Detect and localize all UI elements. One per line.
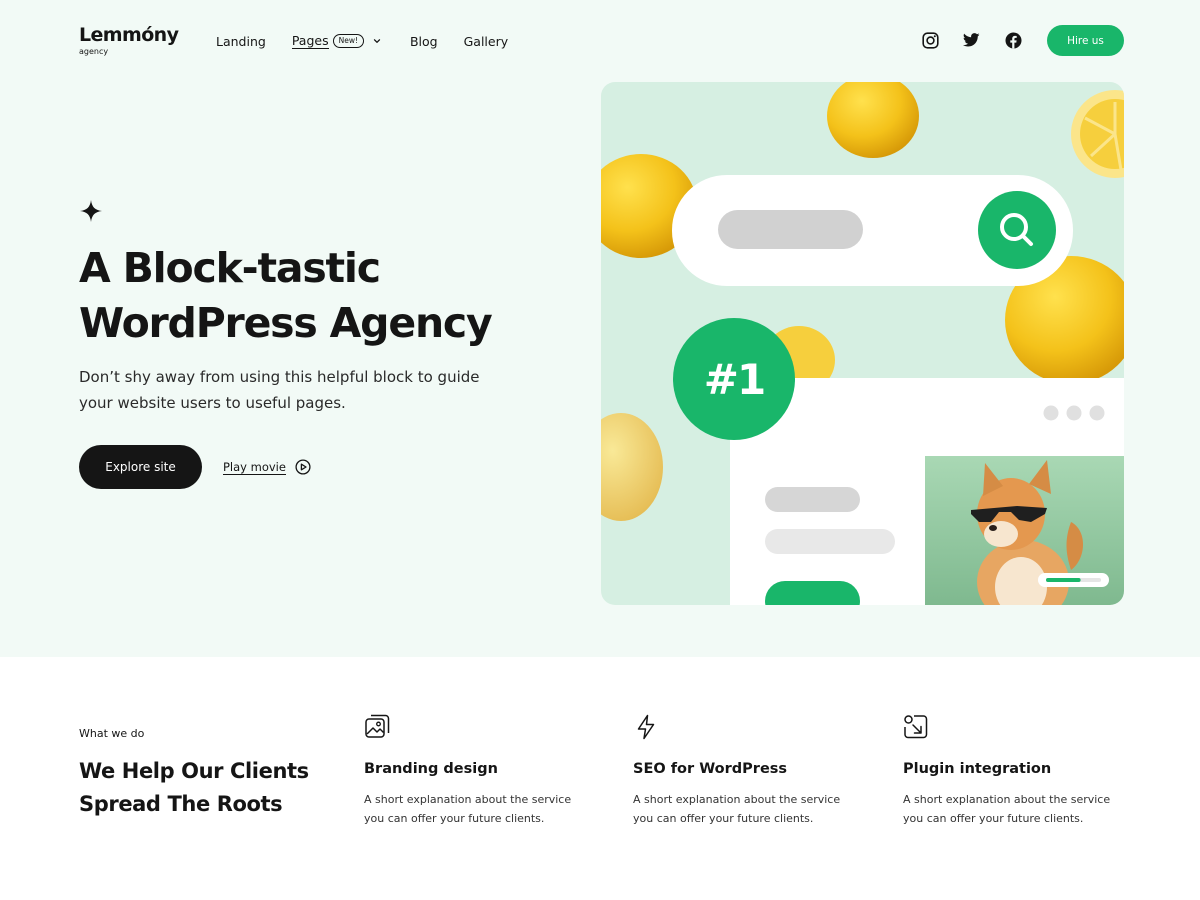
lemon-slice-top-right — [1071, 90, 1124, 178]
service-title: SEO for WordPress — [633, 761, 788, 777]
service-description: A short explanation about the service yo… — [364, 793, 572, 825]
image-icon — [364, 714, 390, 740]
play-movie-label: Play movie — [223, 459, 286, 475]
nav-item-blog[interactable]: Blog — [410, 34, 438, 49]
nav-item-landing[interactable]: Landing — [216, 34, 266, 49]
explore-site-button[interactable]: Explore site — [79, 445, 202, 489]
section-eyebrow: What we do — [79, 727, 145, 740]
sparkle-icon — [79, 199, 103, 223]
hero-illustration: #1 — [601, 82, 1124, 605]
hero-headline: A Block-tastic WordPress Agency — [79, 241, 559, 351]
play-circle-icon — [295, 459, 311, 475]
service-plugin: Plugin integration A short explanation a… — [903, 714, 1133, 828]
logo[interactable]: Lemmóny agency — [79, 24, 179, 56]
lemon-blurred-left — [601, 413, 663, 521]
service-description: A short explanation about the service yo… — [633, 793, 841, 825]
logo-tagline: agency — [79, 47, 109, 56]
section-title-line1: We Help Our Clients — [79, 759, 309, 783]
lemon-top-center — [827, 82, 919, 158]
service-description: A short explanation about the service yo… — [903, 793, 1111, 825]
arrow-in-box-icon — [903, 714, 929, 740]
progress-bar — [1038, 573, 1109, 587]
lightning-icon — [633, 714, 659, 740]
service-seo: SEO for WordPress A short explanation ab… — [633, 714, 863, 828]
twitter-icon[interactable] — [962, 31, 980, 49]
chevron-down-icon — [372, 36, 382, 46]
facebook-icon[interactable] — [1004, 31, 1022, 49]
hero-section: Lemmóny agency Landing Pages New! Blog G… — [0, 0, 1200, 657]
nav-pages-label: Pages — [291, 33, 329, 49]
nav-item-pages[interactable]: Pages New! — [291, 33, 382, 49]
instagram-icon[interactable] — [921, 31, 939, 49]
rank-badge: #1 — [673, 318, 795, 440]
hero-headline-line2: WordPress Agency — [79, 299, 493, 347]
service-branding: Branding design A short explanation abou… — [364, 714, 594, 828]
nav-item-gallery[interactable]: Gallery — [464, 34, 509, 49]
logo-name: Lemmóny — [79, 24, 179, 46]
hero-lead: Don’t shy away from using this helpful b… — [79, 368, 480, 412]
service-title: Branding design — [364, 761, 498, 777]
section-title-line2: Spread The Roots — [79, 792, 283, 816]
play-movie-link[interactable]: Play movie — [223, 458, 311, 476]
hire-us-button[interactable]: Hire us — [1047, 25, 1124, 56]
main-nav: Landing Pages New! Blog Gallery — [216, 32, 508, 50]
new-badge: New! — [332, 34, 364, 48]
service-title: Plugin integration — [903, 761, 1052, 777]
hero-headline-line1: A Block-tastic — [79, 244, 381, 292]
search-bar-illustration — [672, 175, 1073, 286]
section-title: We Help Our Clients Spread The Roots — [79, 755, 349, 821]
